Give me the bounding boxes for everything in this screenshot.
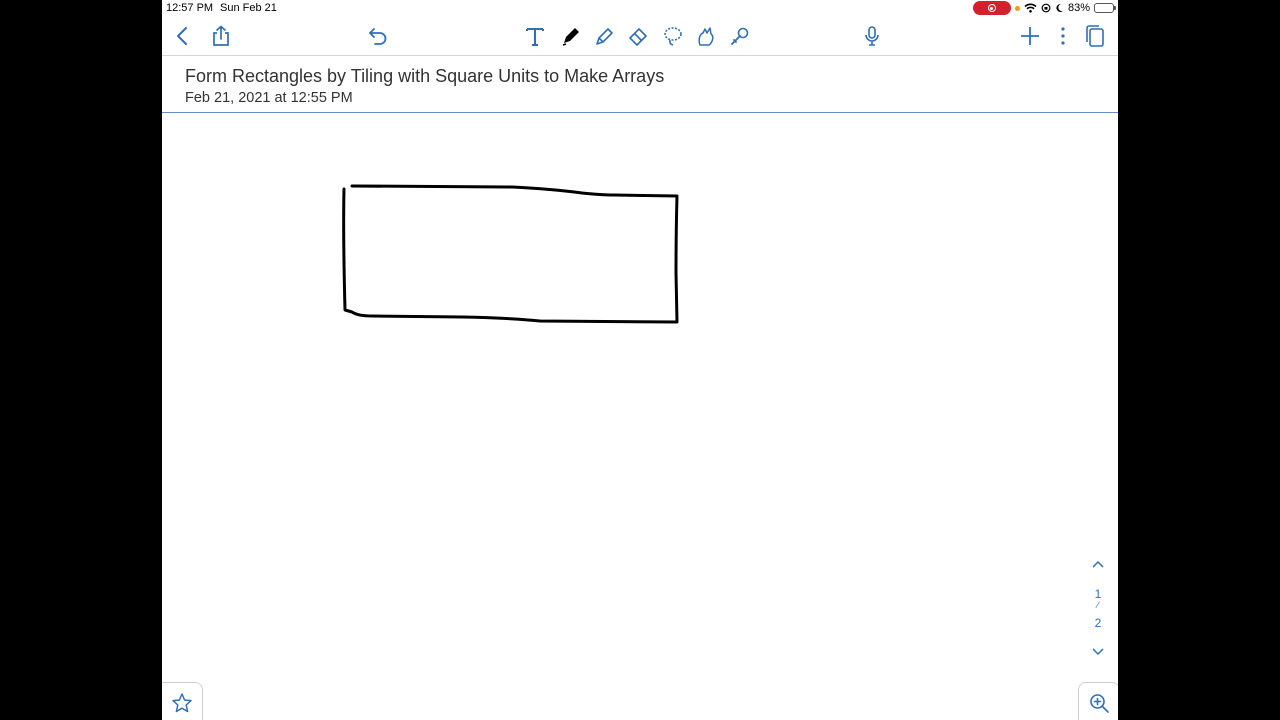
orientation-lock-icon [1041, 3, 1051, 13]
highlighter-icon[interactable] [590, 22, 618, 50]
note-date: Feb 21, 2021 at 12:55 PM [185, 90, 353, 106]
add-icon[interactable] [1016, 22, 1044, 50]
laser-pointer-icon[interactable] [726, 22, 754, 50]
do-not-disturb-icon [1056, 3, 1063, 12]
status-date: Sun Feb 21 [220, 2, 277, 14]
drawing-canvas[interactable] [162, 113, 1118, 720]
status-indicators: 83% [972, 1, 1116, 15]
page-navigator: 1 ⁄ 2 [1084, 556, 1112, 666]
undo-icon[interactable] [364, 22, 392, 50]
zoom-in-icon [1090, 694, 1109, 713]
chevron-up-icon[interactable] [1088, 556, 1108, 572]
zoom-button[interactable] [1078, 682, 1118, 720]
current-page-number: 1 [1094, 587, 1102, 601]
wifi-icon [1024, 3, 1037, 13]
mic-in-use-dot-icon [1014, 5, 1020, 11]
microphone-icon[interactable] [858, 22, 886, 50]
note-title[interactable]: Form Rectangles by Tiling with Square Un… [185, 66, 664, 87]
battery-percent: 83% [1067, 2, 1090, 14]
more-icon[interactable] [1049, 22, 1077, 50]
hand-drawn-rectangle[interactable] [342, 184, 679, 324]
page-separator: ⁄ [1097, 600, 1099, 610]
eraser-icon[interactable] [624, 22, 652, 50]
back-icon[interactable] [169, 22, 197, 50]
text-tool-icon[interactable] [521, 22, 549, 50]
status-bar: 12:57 PM Sun Feb 21 83% [162, 0, 1118, 17]
ipad-screen: 12:57 PM Sun Feb 21 83% Form Rectangles … [162, 0, 1118, 720]
ink-layer [342, 184, 679, 324]
lasso-icon[interactable] [659, 22, 687, 50]
note-header: Form Rectangles by Tiling with Square Un… [162, 55, 1118, 113]
toolbar [162, 18, 1118, 54]
favorite-button[interactable] [162, 682, 203, 720]
chevron-down-icon[interactable] [1088, 644, 1108, 660]
pen-icon[interactable] [557, 22, 585, 50]
status-time: 12:57 PM [166, 2, 214, 14]
share-icon[interactable] [207, 22, 235, 50]
pages-icon[interactable] [1081, 22, 1109, 50]
shape-tool-icon[interactable] [692, 22, 720, 50]
screen-recording-icon[interactable] [972, 1, 1011, 15]
total-page-count: 2 [1094, 616, 1102, 630]
battery-icon [1094, 3, 1116, 13]
star-icon [172, 693, 192, 713]
